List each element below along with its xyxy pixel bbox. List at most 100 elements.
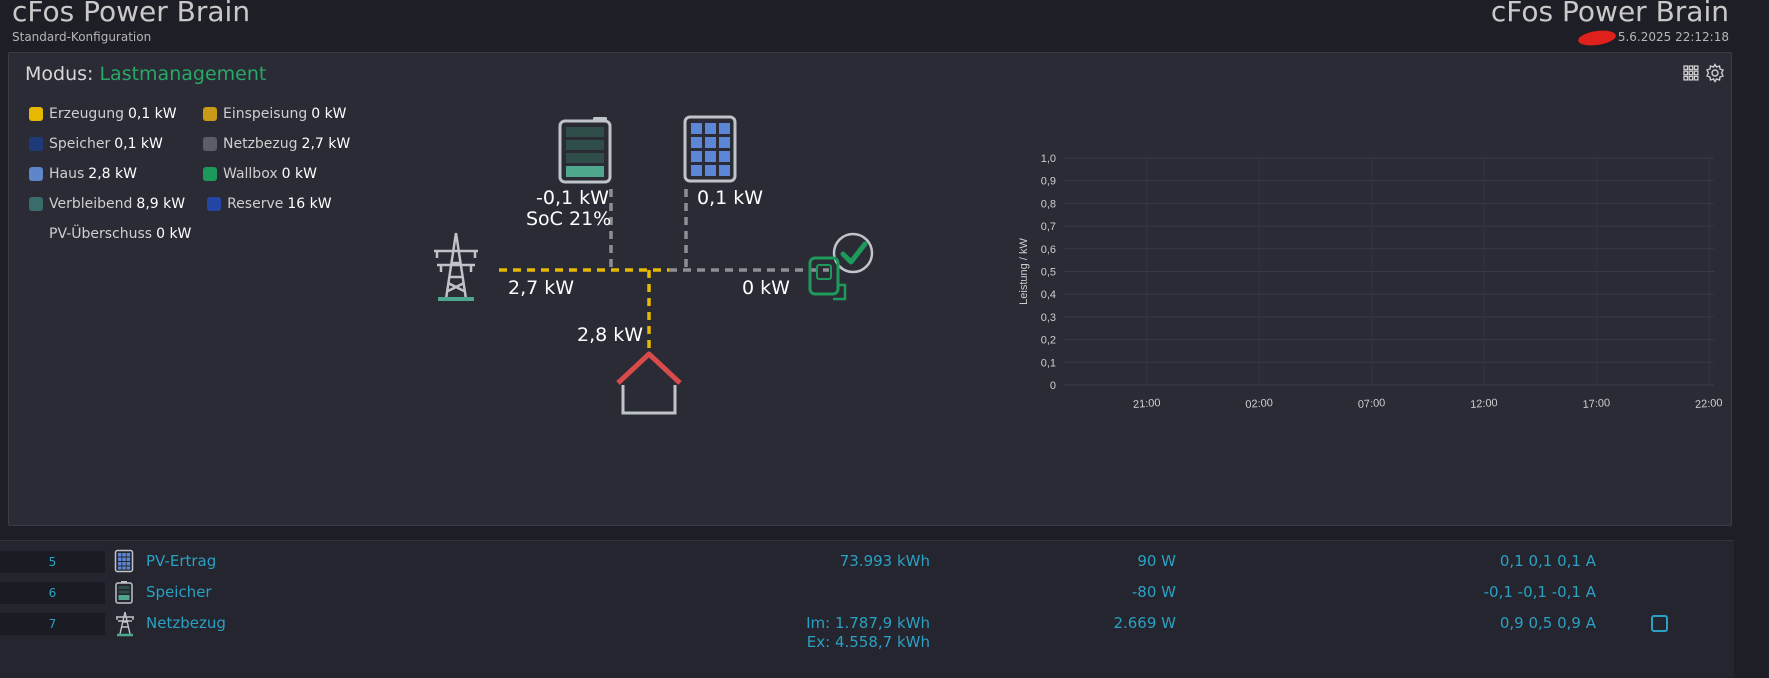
legend-value: 0,1 kW [114,136,163,152]
legend-value: 0 kW [156,226,192,242]
meter-power: 90 W [1137,552,1176,570]
solar-panel-icon [114,549,138,575]
legend-item: PV-Überschuss 0 kW [29,226,191,242]
chart-xtick-label: 17:00 [1582,397,1610,411]
gear-icon[interactable] [1705,63,1725,87]
datetime: 5.6.2025 22:12:18 [1577,27,1729,48]
power-chart: 0 0,1 0,2 0,3 0,4 0,5 0,6 0,7 0,8 0,9 1,0 21:00 02:0… [1009,148,1729,508]
chart-ytick-label: 0,9 [1041,176,1056,188]
app-title: cFos Power Brain [12,0,251,28]
legend-row: Haus 2,8 kW Wallbox 0 kW [29,159,372,189]
legend-row: Erzeugung 0,1 kW Einspeisung 0 kW [29,99,372,129]
legend-label: Verbleibend [49,196,133,212]
mode-value: Lastmanagement [99,63,267,85]
row-number: 5 [0,551,105,573]
legend-label: Reserve [227,196,284,212]
chart-xtick-label: 22:00 [1695,397,1723,411]
config-name: Standard-Konfiguration [12,30,152,44]
legend-swatch [203,137,217,151]
meter-name[interactable]: Netzbezug [146,614,226,632]
chart-xtick-label: 02:00 [1245,397,1273,411]
legend-value: 2,8 kW [88,166,137,182]
legend-label: PV-Überschuss [49,226,153,242]
legend-item: Haus 2,8 kW [29,166,181,182]
table-row[interactable]: 5 PV-Ertrag 73.993 kWh 90 W 0,1 0,1 0,1 A [0,547,1734,579]
battery-power: -0,1 kW [536,187,609,209]
legend-label: Haus [49,166,85,182]
energy-line: 73.993 kWh [839,552,930,570]
wallbox-power: 0 kW [742,277,790,299]
energy-line: Ex: 4.558,7 kWh [806,633,930,651]
chart-xtick-label: 21:00 [1133,397,1161,411]
legend: Erzeugung 0,1 kW Einspeisung 0 kW Speicher 0,… [29,99,372,249]
grid-icon[interactable] [1683,65,1699,85]
legend-item: Erzeugung 0,1 kW [29,106,181,122]
panel-toolbar [1683,63,1725,87]
chart-ytick-label: 0,3 [1041,312,1056,324]
energy-line: Im: 1.787,9 kWh [806,614,930,632]
chart-ytick-label: 0 [1050,380,1056,392]
legend-item: Wallbox 0 kW [203,166,317,182]
chart-ylabel: Leistung / kW [1018,238,1030,305]
row-checkbox[interactable] [1651,615,1668,632]
legend-label: Erzeugung [49,106,124,122]
battery-soc: SoC 21% [526,208,612,230]
legend-swatch [29,167,43,181]
legend-item: Einspeisung 0 kW [203,106,347,122]
chart-ytick-label: 0,1 [1041,357,1056,369]
legend-row: Speicher 0,1 kW Netzbezug 2,7 kW [29,129,372,159]
power-tower-icon [434,232,478,301]
chart-xtick-label: 12:00 [1470,397,1498,411]
app-title-right: cFos Power Brain [1490,0,1729,28]
meter-name[interactable]: Speicher [146,583,212,601]
meter-current: -0,1 -0,1 -0,1 A [1483,583,1596,601]
power-tower-icon [114,611,138,637]
chart-ytick-label: 0,8 [1041,198,1056,210]
legend-item: Reserve 16 kW [207,196,332,212]
meter-name[interactable]: PV-Ertrag [146,552,216,570]
legend-value: 8,9 kW [136,196,186,212]
battery-icon [114,580,138,606]
chart-ytick-label: 1,0 [1041,153,1056,165]
solar-panel-icon [683,115,737,183]
datetime-text: 5.6.2025 22:12:18 [1617,30,1729,44]
chart-ytick-label: 0,6 [1041,244,1056,256]
chart-xtick-label: 07:00 [1357,397,1385,411]
legend-swatch [29,137,43,151]
legend-swatch [203,167,217,181]
meter-power: -80 W [1131,583,1176,601]
chart-ytick-label: 0,2 [1041,335,1056,347]
mode-label: Modus: [25,63,94,85]
chart-ytick-label: 0,4 [1041,289,1056,301]
energy-panel: Modus: Lastmanagement Erzeugung 0,1 kW Ein… [8,52,1732,526]
energy-flow-diagram: -0,1 kW SoC 21% 0,1 kW 2,7 kW 0 kW 2,8 k… [429,113,989,523]
legend-swatch [207,197,222,211]
legend-value: 0 kW [311,106,347,122]
legend-swatch [29,107,43,121]
wallbox-icon [808,232,874,301]
meter-current: 0,1 0,1 0,1 A [1499,552,1596,570]
row-number: 7 [0,613,105,635]
table-row[interactable]: 7 Netzbezug Im: 1.787,9 kWh Ex: 4.558,7 kWh… [0,609,1734,651]
row-number: 6 [0,582,105,604]
legend-item: Verbleibend 8,9 kW [29,196,185,212]
battery-icon [558,117,612,184]
meter-current: 0,9 0,5 0,9 A [1499,614,1596,632]
house-icon [616,351,682,415]
legend-item: Speicher 0,1 kW [29,136,181,152]
legend-value: 16 kW [287,196,332,212]
solar-power: 0,1 kW [697,187,764,209]
meter-energy: Im: 1.787,9 kWh Ex: 4.558,7 kWh [806,614,930,652]
power-chart-svg: 0 0,1 0,2 0,3 0,4 0,5 0,6 0,7 0,8 0,9 1,0 21:00 02:0… [1018,153,1723,411]
legend-row: PV-Überschuss 0 kW [29,219,372,249]
mode-display: Modus: Lastmanagement [25,63,266,85]
chart-ytick-label: 0,5 [1041,267,1056,279]
legend-row: Verbleibend 8,9 kW Reserve 16 kW [29,189,372,219]
legend-value: 0,1 kW [127,106,177,122]
legend-value: 2,7 kW [301,136,351,152]
legend-label: Einspeisung [223,106,308,122]
meter-energy: 73.993 kWh [840,552,930,571]
legend-swatch [29,197,43,211]
meter-table: 5 PV-Ertrag 73.993 kWh 90 W 0,1 0,1 0,1 A 6 Sp… [0,540,1734,678]
table-row[interactable]: 6 Speicher -80 W -0,1 -0,1 -0,1 A [0,578,1734,610]
